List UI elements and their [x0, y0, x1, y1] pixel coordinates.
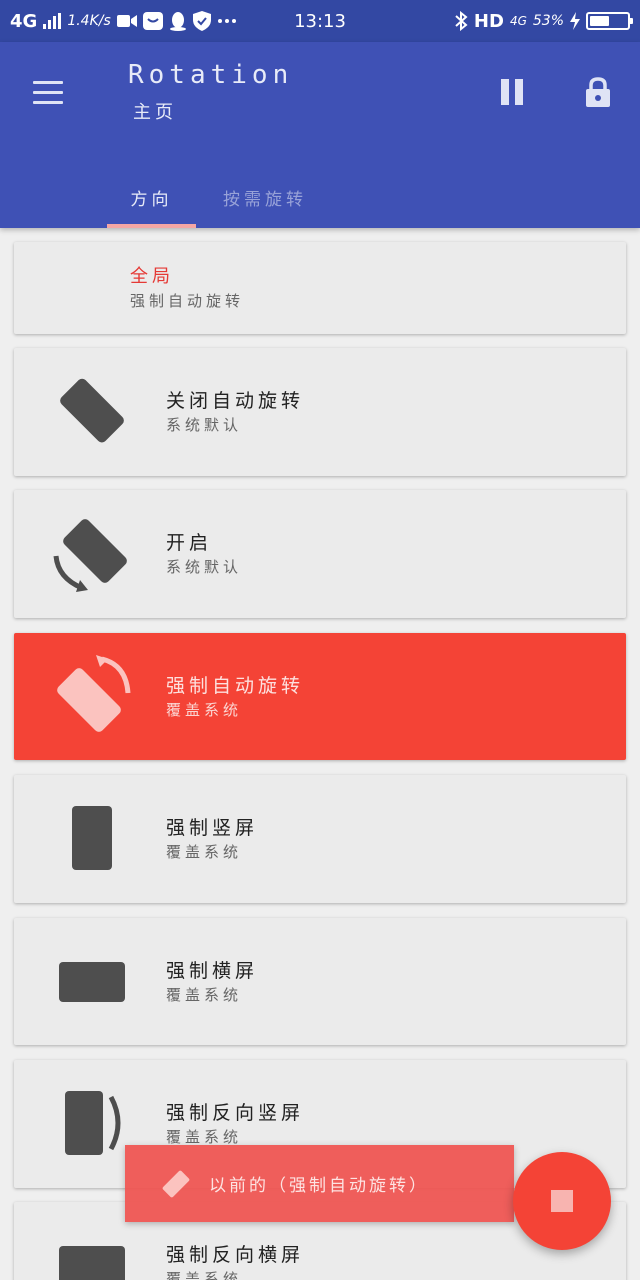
menu-icon-line — [33, 80, 63, 84]
item-texts: 强制自动旋转 覆盖系统 — [166, 673, 304, 721]
stop-fab-button[interactable] — [513, 1152, 611, 1250]
item-title: 全局 — [130, 266, 174, 287]
list-item-force-landscape[interactable]: 强制横屏 覆盖系统 — [14, 918, 626, 1045]
list-item-force-auto[interactable]: 强制自动旋转 覆盖系统 — [14, 633, 626, 760]
lock-icon — [586, 77, 610, 107]
bluetooth-icon — [455, 11, 468, 31]
battery-icon — [586, 12, 633, 30]
item-subtitle: 覆盖系统 — [166, 985, 243, 1004]
app-title: Rotation — [128, 60, 294, 90]
item-texts: 强制横屏 覆盖系统 — [166, 958, 258, 1006]
signal-icon — [43, 13, 62, 29]
list-item-global[interactable]: 全局 强制自动旋转 — [14, 242, 626, 334]
rotation-auto-icon — [53, 519, 127, 592]
item-subtitle: 覆盖系统 — [166, 1270, 243, 1280]
icon-wrap — [42, 490, 142, 618]
reverse-landscape-icon — [59, 1246, 125, 1280]
item-texts: 强制反向横屏 覆盖系统 — [166, 1242, 304, 1280]
icon-wrap — [42, 348, 142, 476]
more-icon — [217, 19, 236, 23]
item-title: 强制自动旋转 — [166, 674, 305, 697]
portrait-icon — [72, 806, 112, 870]
list-item-rotation-off[interactable]: 关闭自动旋转 系统默认 — [14, 348, 626, 476]
snackbar-rotation-icon — [162, 1170, 190, 1197]
menu-icon-line — [33, 90, 63, 94]
app-bar: Rotation 主页 方向 按需旋转 — [0, 42, 640, 228]
lock-button[interactable] — [578, 70, 618, 114]
tab-bar: 方向 按需旋转 — [0, 166, 640, 228]
app-subtitle: 主页 — [133, 102, 177, 123]
item-title: 强制反向竖屏 — [166, 1102, 305, 1124]
item-title: 强制竖屏 — [166, 817, 259, 839]
hd-indicator: HD — [473, 10, 504, 32]
list-item-rotation-on[interactable]: 开启 系统默认 — [14, 490, 626, 618]
item-subtitle: 系统默认 — [166, 416, 243, 434]
charging-icon — [570, 12, 580, 30]
shield-icon — [192, 11, 211, 31]
qq-icon — [169, 12, 186, 31]
status-right: HD 4G 53% — [454, 10, 633, 32]
snackbar-text: 以前的（强制自动旋转） — [209, 1176, 429, 1196]
icon-wrap — [42, 918, 142, 1045]
reverse-portrait-icon — [65, 1091, 121, 1155]
pause-icon-bar — [501, 79, 509, 105]
item-texts: 全局 强制自动旋转 — [130, 264, 244, 312]
list-item-force-portrait[interactable]: 强制竖屏 覆盖系统 — [14, 775, 626, 903]
item-subtitle: 系统默认 — [166, 558, 243, 576]
network-type: 4G — [10, 10, 38, 32]
item-title: 强制横屏 — [166, 959, 259, 982]
menu-button[interactable] — [22, 70, 74, 114]
rotation-lock-icon — [60, 378, 124, 443]
landscape-icon — [59, 961, 125, 1002]
icon-wrap — [42, 633, 142, 760]
status-left: 4G 1.4K/s — [10, 11, 237, 32]
stop-icon — [551, 1190, 573, 1212]
item-title: 强制反向横屏 — [166, 1244, 305, 1266]
battery-fill — [590, 16, 610, 26]
network-type-2: 4G — [509, 14, 527, 28]
item-subtitle: 强制自动旋转 — [130, 292, 245, 310]
menu-icon-line — [33, 100, 63, 104]
tab-indicator — [107, 224, 196, 228]
rotation-force-auto-icon — [57, 654, 131, 732]
pause-icon-bar — [515, 79, 523, 105]
item-texts: 强制竖屏 覆盖系统 — [166, 815, 258, 863]
item-subtitle: 覆盖系统 — [166, 843, 243, 861]
item-texts: 开启 系统默认 — [166, 530, 242, 578]
message-icon — [142, 12, 163, 30]
item-title: 关闭自动旋转 — [166, 390, 305, 412]
item-texts: 关闭自动旋转 系统默认 — [166, 388, 304, 436]
item-title: 开启 — [166, 532, 213, 554]
tab-on-demand-rotation[interactable]: 按需旋转 — [210, 166, 320, 228]
battery-percent: 53% — [532, 13, 564, 29]
snackbar: 以前的（强制自动旋转） — [125, 1145, 514, 1222]
video-icon — [116, 15, 137, 27]
status-bar: 4G 1.4K/s 13:13 HD 4G 53% — [0, 0, 640, 42]
item-texts: 强制反向竖屏 覆盖系统 — [166, 1100, 304, 1148]
tab-orientation[interactable]: 方向 — [107, 166, 196, 228]
item-subtitle: 覆盖系统 — [166, 700, 243, 719]
network-speed: 1.4K/s — [67, 13, 111, 29]
icon-wrap — [42, 775, 142, 903]
pause-button[interactable] — [494, 72, 530, 112]
